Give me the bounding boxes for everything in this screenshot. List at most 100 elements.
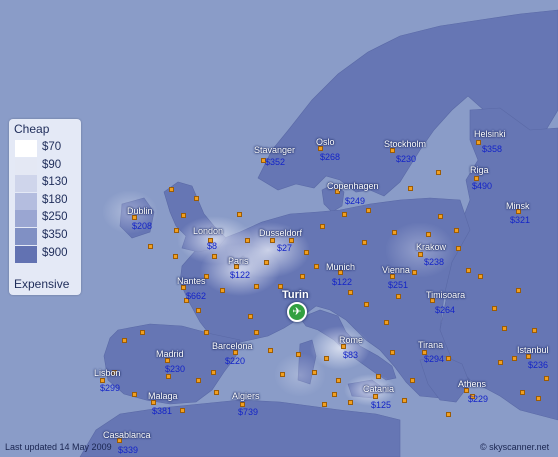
city-price-label[interactable]: $251 [388, 280, 408, 290]
airport-dot[interactable] [466, 268, 471, 273]
airport-dot[interactable] [196, 378, 201, 383]
airport-dot[interactable] [512, 356, 517, 361]
airport-dot[interactable] [180, 408, 185, 413]
city-price-label[interactable]: $230 [165, 364, 185, 374]
city-name-label[interactable]: Barcelona [212, 341, 253, 351]
airport-dot[interactable] [336, 378, 341, 383]
airport-dot[interactable] [520, 390, 525, 395]
airport-dot[interactable] [396, 294, 401, 299]
airport-dot[interactable] [373, 394, 378, 399]
city-name-label[interactable]: Istanbul [517, 345, 549, 355]
airport-dot[interactable] [132, 392, 137, 397]
airport-dot[interactable] [332, 392, 337, 397]
city-name-label[interactable]: Dublin [127, 206, 153, 216]
city-name-label[interactable]: Munich [326, 262, 355, 272]
city-name-label[interactable]: Stavanger [254, 145, 295, 155]
city-price-label[interactable]: $122 [230, 270, 250, 280]
airport-dot[interactable] [268, 348, 273, 353]
city-name-label[interactable]: Riga [470, 165, 489, 175]
airport-dot[interactable] [312, 370, 317, 375]
city-name-label[interactable]: Timisoara [426, 290, 465, 300]
city-name-label[interactable]: Malaga [148, 391, 178, 401]
city-price-label[interactable]: $229 [468, 394, 488, 404]
city-name-label[interactable]: Casablanca [103, 430, 151, 440]
city-price-label[interactable]: $208 [132, 221, 152, 231]
city-price-label[interactable]: $220 [225, 356, 245, 366]
airport-dot[interactable] [322, 402, 327, 407]
airport-dot[interactable] [544, 376, 549, 381]
city-price-label[interactable]: $125 [371, 400, 391, 410]
airport-dot[interactable] [122, 338, 127, 343]
airport-dot[interactable] [364, 302, 369, 307]
city-price-label[interactable]: $339 [118, 445, 138, 455]
airport-dot[interactable] [194, 196, 199, 201]
airport-dot[interactable] [248, 314, 253, 319]
airport-dot[interactable] [446, 356, 451, 361]
airport-dot[interactable] [220, 288, 225, 293]
city-price-label[interactable]: $268 [320, 152, 340, 162]
city-price-label[interactable]: $236 [528, 360, 548, 370]
city-price-label[interactable]: $321 [510, 215, 530, 225]
city-name-label[interactable]: Lisbon [94, 368, 121, 378]
airport-dot[interactable] [536, 396, 541, 401]
airport-dot[interactable] [456, 246, 461, 251]
airport-dot[interactable] [211, 370, 216, 375]
airport-dot[interactable] [384, 320, 389, 325]
city-name-label[interactable]: Algiers [232, 391, 260, 401]
city-price-label[interactable]: $381 [152, 406, 172, 416]
airport-dot[interactable] [408, 186, 413, 191]
city-name-label[interactable]: Stockholm [384, 139, 426, 149]
city-price-label[interactable]: $249 [345, 196, 365, 206]
city-name-label[interactable]: London [193, 226, 223, 236]
airport-dot[interactable] [169, 187, 174, 192]
airport-dot[interactable] [516, 288, 521, 293]
airport-dot[interactable] [492, 306, 497, 311]
airport-dot[interactable] [476, 140, 481, 145]
airport-dot[interactable] [410, 378, 415, 383]
airport-dot[interactable] [438, 214, 443, 219]
airport-dot[interactable] [300, 274, 305, 279]
city-price-label[interactable]: $122 [332, 277, 352, 287]
airport-dot[interactable] [402, 398, 407, 403]
city-price-label[interactable]: $8 [207, 241, 217, 251]
city-name-label[interactable]: Vienna [382, 265, 410, 275]
city-name-label[interactable]: Minsk [506, 201, 530, 211]
city-name-label[interactable]: Tirana [418, 340, 443, 350]
airport-dot[interactable] [140, 330, 145, 335]
airport-dot[interactable] [196, 308, 201, 313]
airport-dot[interactable] [166, 374, 171, 379]
airport-dot[interactable] [173, 254, 178, 259]
city-price-label[interactable]: $352 [265, 157, 285, 167]
city-name-label[interactable]: Catania [363, 384, 394, 394]
airport-dot[interactable] [304, 250, 309, 255]
airport-dot[interactable] [436, 170, 441, 175]
airport-dot[interactable] [478, 274, 483, 279]
airport-dot[interactable] [412, 270, 417, 275]
city-price-label[interactable]: $83 [343, 350, 358, 360]
airport-dot[interactable] [348, 290, 353, 295]
airport-dot[interactable] [254, 330, 259, 335]
city-name-label[interactable]: Madrid [156, 349, 184, 359]
airport-dot[interactable] [181, 213, 186, 218]
city-price-label[interactable]: $238 [424, 257, 444, 267]
airport-dot[interactable] [174, 228, 179, 233]
city-name-label[interactable]: Rome [339, 335, 363, 345]
city-price-label[interactable]: $294 [424, 354, 444, 364]
airport-dot[interactable] [324, 356, 329, 361]
airport-dot[interactable] [376, 374, 381, 379]
city-name-label[interactable]: Oslo [316, 137, 335, 147]
city-price-label[interactable]: $27 [277, 243, 292, 253]
airport-dot[interactable] [532, 328, 537, 333]
city-price-label[interactable]: $299 [100, 383, 120, 393]
city-name-label[interactable]: Helsinki [474, 129, 506, 139]
airport-dot[interactable] [390, 350, 395, 355]
airport-dot[interactable] [314, 264, 319, 269]
airport-dot[interactable] [362, 240, 367, 245]
airport-dot[interactable] [214, 390, 219, 395]
airport-dot[interactable] [366, 208, 371, 213]
city-name-label[interactable]: Dusseldorf [259, 228, 302, 238]
city-name-label[interactable]: Copenhagen [327, 181, 379, 191]
airport-dot[interactable] [446, 412, 451, 417]
airport-dot[interactable] [342, 212, 347, 217]
skyscanner-credit[interactable]: © skyscanner.net [480, 442, 549, 452]
